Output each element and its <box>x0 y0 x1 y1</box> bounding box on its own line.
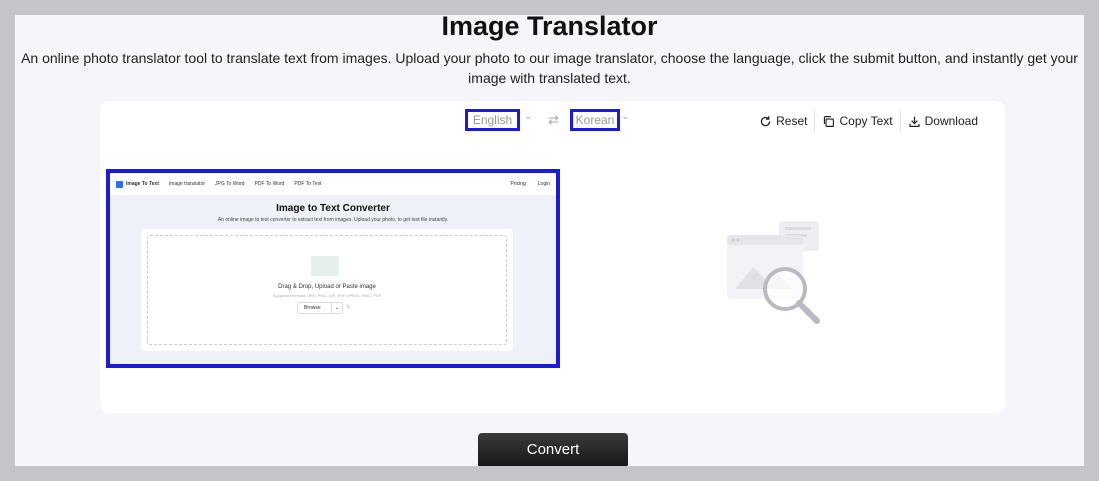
chevron-down-icon: ⌄ <box>331 303 342 313</box>
preview-logo-text: Image To Text <box>126 181 159 187</box>
chevron-down-icon[interactable]: ⌄ <box>524 111 532 122</box>
preview-formats: Supported formats: JPG, PNG, GIF, JFIF (… <box>272 293 382 298</box>
preview-login: Login <box>537 181 550 187</box>
page-title: Image Translator <box>441 15 658 41</box>
uploaded-image-preview[interactable]: Image To Text Image translator JPG To Wo… <box>106 169 560 368</box>
preview-dropzone <box>147 235 507 345</box>
pencil-icon: ✎ <box>346 305 352 311</box>
download-icon <box>909 116 920 127</box>
preview-browse-label: Browse <box>304 305 321 311</box>
result-toolbar: Reset Copy Text Download <box>752 110 985 132</box>
swap-icon[interactable]: ⇄ <box>548 112 559 128</box>
preview-logo: Image To Text <box>116 180 159 188</box>
copy-text-label: Copy Text <box>839 114 893 128</box>
convert-button[interactable]: Convert <box>478 433 628 466</box>
preview-navbar: Image To Text Image translator JPG To Wo… <box>110 173 556 195</box>
preview-upload-box: Drag & Drop, Upload or Paste image Suppo… <box>141 229 513 351</box>
image-icon <box>311 256 339 276</box>
preview-browse-button: Browse ⌄ <box>297 302 343 314</box>
chevron-down-icon[interactable]: ⌄ <box>621 111 629 122</box>
preview-title: Image to Text Converter <box>276 203 390 214</box>
copy-text-button[interactable]: Copy Text <box>815 110 901 132</box>
copy-icon <box>824 115 835 127</box>
preview-drag-text: Drag & Drop, Upload or Paste image <box>278 284 376 290</box>
translator-card: English ⌄ ⇄ Korean ⌄ Reset Copy Text Dow… <box>100 101 1005 413</box>
preview-nav-item: JPG To Word <box>215 181 245 187</box>
page: Image Translator An online photo transla… <box>15 15 1084 466</box>
download-button[interactable]: Download <box>901 110 985 132</box>
download-label: Download <box>924 114 978 128</box>
empty-result-illustration <box>727 221 820 324</box>
reset-icon <box>760 115 771 126</box>
preview-subtitle: An online image to text converter to ext… <box>217 217 449 223</box>
preview-pricing: Pricing <box>510 181 526 187</box>
reset-button[interactable]: Reset <box>752 110 816 132</box>
preview-nav-item: Image translator <box>168 181 206 187</box>
target-language-select[interactable]: Korean <box>570 109 620 131</box>
logo-icon <box>116 180 123 188</box>
preview-nav-item: PDF To Text <box>294 181 322 187</box>
page-description: An online photo translator tool to trans… <box>21 50 1078 86</box>
preview-nav-item: PDF To Word <box>254 181 285 187</box>
reset-label: Reset <box>776 114 808 128</box>
source-language-select[interactable]: English <box>465 109 520 131</box>
